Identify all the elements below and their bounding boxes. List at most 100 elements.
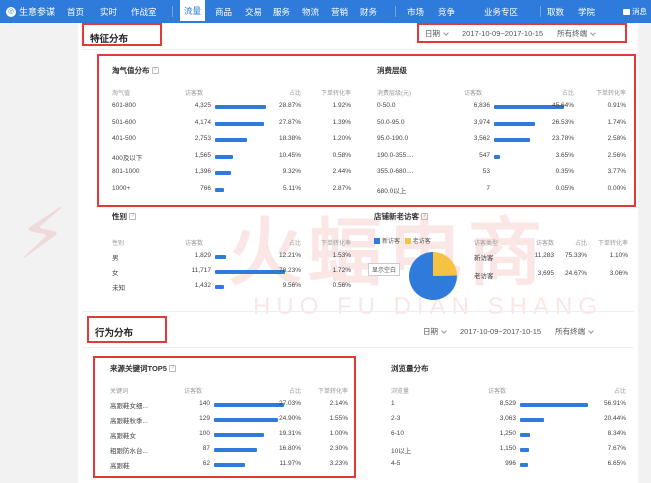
row-visitors: 1,829	[194, 252, 211, 259]
row-visitors: 7	[486, 184, 490, 192]
row-bar	[520, 433, 530, 437]
row-bar	[215, 285, 224, 289]
row-label: 10以上	[391, 448, 412, 455]
row-label: 高跟鞋女	[110, 433, 136, 440]
row-bar	[520, 463, 528, 467]
row-visitors: 100	[199, 430, 210, 437]
row-conversion: 2.87%	[332, 184, 351, 192]
row-label: 95.0-190.0	[377, 135, 409, 142]
row-label: 401-500	[112, 135, 136, 142]
top-nav: ◎ 生意参谋 首页 实时 作战室 流量 商品 交易 服务 物流 营销 财务 市场 …	[0, 0, 651, 23]
nav-item-products[interactable]: 商品	[215, 6, 232, 18]
nav-item-logistics[interactable]: 物流	[302, 6, 319, 18]
row-label: 501-600	[112, 118, 136, 126]
row-visitors: 129	[199, 415, 210, 422]
column-header: 占比	[561, 91, 574, 97]
row-visitors: 6,836	[473, 102, 490, 109]
row-share: 11.97%	[279, 460, 301, 467]
row-label: 4-5	[391, 460, 401, 467]
nav-item-data-fetch[interactable]: 取数	[547, 6, 564, 18]
date-range[interactable]: 2017-10-09~2017-10-15	[460, 327, 541, 336]
nav-item-home[interactable]: 首页	[67, 6, 84, 18]
row-conversion: 2.44%	[332, 168, 351, 175]
column-header: 访客数	[185, 241, 204, 247]
nav-item-warroom[interactable]: 作战室	[131, 6, 157, 18]
row-share: 9.32%	[282, 168, 301, 175]
terminal-dropdown[interactable]: 所有终端	[555, 326, 594, 337]
newold-card: 店铺新老访客? 新访客 老访客 显示空白 访客类型 访客数 占比 下单转化率 新…	[364, 211, 632, 303]
show-blank-button[interactable]: 显示空白	[368, 263, 401, 276]
nav-item-academy[interactable]: 学院	[578, 6, 595, 18]
nav-item-competition[interactable]: 竞争	[438, 6, 455, 18]
row-visitors: 1,565	[194, 151, 211, 159]
column-header: 访客数	[488, 389, 507, 395]
row-share: 10.45%	[278, 151, 301, 159]
nav-item-trade[interactable]: 交易	[245, 6, 262, 18]
row-visitors: 1,396	[194, 168, 211, 175]
nav-item-realtime[interactable]: 实时	[100, 6, 117, 18]
row-label: 男	[112, 255, 119, 262]
row-share: 6.65%	[607, 460, 626, 467]
row-conversion: 1.53%	[332, 252, 351, 259]
row-visitors: 62	[202, 460, 210, 467]
row-bar	[214, 448, 258, 452]
column-header: 占比	[288, 389, 301, 395]
nav-item-service[interactable]: 服务	[273, 6, 290, 18]
column-header: 浏览量	[391, 389, 410, 395]
row-visitors: 11,717	[191, 267, 211, 274]
row-visitors: 3,063	[499, 415, 516, 422]
column-header: 下单转化率	[597, 241, 628, 247]
column-header: 访客数	[464, 91, 483, 97]
card-title: 性别?	[112, 211, 136, 222]
browse-card: 浏览量分布 浏览量 访客数 占比 1 8,529 56.91% 2-3 3,063 20.…	[378, 360, 634, 474]
help-icon[interactable]: ?	[168, 365, 176, 372]
row-share: 9.56%	[282, 282, 301, 289]
pie-legend: 新访客 老访客	[374, 236, 431, 245]
row-share: 27.87%	[278, 118, 301, 126]
row-share: 18.38%	[278, 135, 301, 142]
nav-item-traffic[interactable]: 流量	[180, 0, 206, 23]
row-bar	[215, 105, 266, 109]
nav-separator	[172, 6, 173, 17]
row-conversion: 3.77%	[607, 168, 626, 175]
row-bar	[215, 121, 264, 126]
nav-item-business-zone[interactable]: 业务专区	[484, 6, 518, 18]
legend-swatch-old	[404, 238, 411, 245]
nav-item-market[interactable]: 市场	[407, 6, 424, 18]
nav-item-marketing[interactable]: 营销	[331, 6, 348, 18]
highlight-box	[417, 23, 627, 43]
pie-slice-old-visitors	[433, 252, 457, 276]
taoqi-card: 淘气值分布? 淘气值 访客数 占比 下单转化率 601-800 4,325 28.8…	[103, 59, 353, 199]
highlight-box	[87, 316, 167, 343]
period-dropdown[interactable]: 日期	[423, 326, 447, 337]
row-share: 7.67%	[607, 445, 626, 452]
help-icon[interactable]: ?	[151, 67, 159, 74]
row-bar	[214, 433, 264, 437]
card-title: 浏览量分布	[391, 364, 429, 373]
row-conversion: 1.39%	[332, 118, 351, 126]
nav-separator	[540, 6, 541, 17]
app-logo[interactable]: ◎ 生意参谋	[6, 5, 55, 18]
row-visitors: 1,250	[499, 430, 516, 437]
message-button[interactable]: 消息	[623, 6, 647, 17]
row-conversion: 0.56%	[332, 282, 351, 289]
row-conversion: 2.14%	[329, 400, 348, 407]
row-share: 19.31%	[278, 430, 301, 437]
date-filter-2[interactable]: 日期 2017-10-09~2017-10-15 所有终端	[423, 326, 594, 337]
row-conversion: 3.23%	[329, 460, 348, 467]
message-label: 消息	[632, 7, 647, 16]
help-icon[interactable]: ?	[421, 213, 428, 220]
column-header: 下单转化率	[320, 91, 351, 97]
help-icon[interactable]: ?	[129, 213, 136, 220]
row-visitors: 547	[479, 151, 490, 159]
row-label: 680.0以上	[377, 187, 407, 195]
row-share: 24.90%	[278, 415, 301, 422]
nav-item-finance[interactable]: 财务	[360, 6, 377, 18]
row-label: 601-800	[112, 102, 136, 109]
row-bar	[214, 463, 245, 467]
row-conversion: 1.20%	[332, 135, 351, 142]
row-label: 高跟鞋女细...	[110, 403, 148, 410]
row-bar	[494, 121, 535, 126]
row-visitors: 3,974	[473, 118, 490, 126]
card-title: 消费层级	[377, 66, 407, 75]
